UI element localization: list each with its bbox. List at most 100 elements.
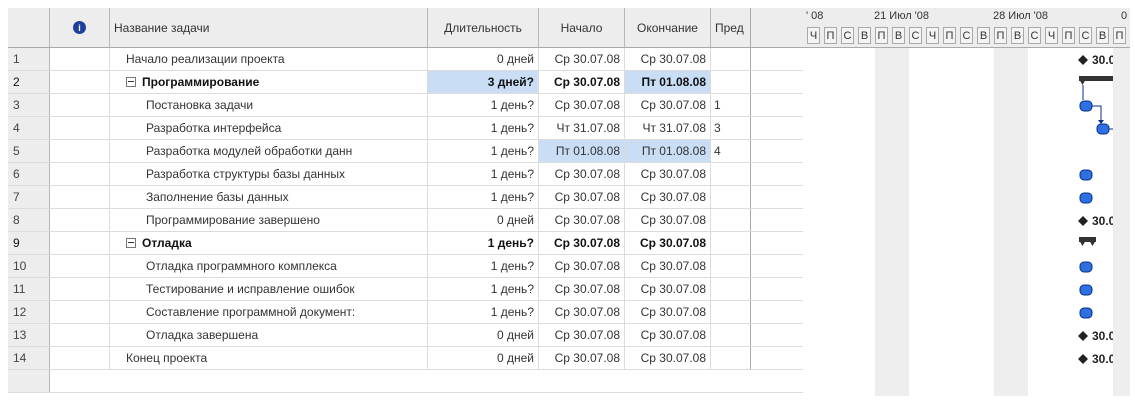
collapse-toggle-icon[interactable] [126,238,136,248]
indicators-header[interactable]: i [50,8,110,47]
indicator-cell[interactable] [50,209,110,231]
indicator-cell[interactable] [50,71,110,93]
indicator-cell[interactable] [50,255,110,277]
task-bar[interactable] [1079,192,1093,204]
row-id-cell[interactable]: 6 [8,163,50,185]
predecessors-cell[interactable]: 3 [711,117,751,139]
task-name-cell[interactable]: Начало реализации проекта [110,48,428,70]
row-id-cell[interactable]: 7 [8,186,50,208]
milestone-marker[interactable] [1078,331,1088,341]
task-name-cell[interactable]: Тестирование и исправление ошибок [110,278,428,300]
row-id-header[interactable] [8,8,50,47]
row-id-cell[interactable] [8,370,50,392]
start-cell[interactable]: Ср 30.07.08 [539,163,625,185]
row-id-cell[interactable]: 13 [8,324,50,346]
start-cell[interactable]: Ср 30.07.08 [539,209,625,231]
column-header-start[interactable]: Начало [539,8,625,47]
predecessors-cell[interactable] [711,324,751,346]
task-name-cell[interactable]: Конец проекта [110,347,428,369]
indicator-cell[interactable] [50,324,110,346]
predecessors-cell[interactable] [711,278,751,300]
task-name-cell[interactable]: Отладка программного комплекса [110,255,428,277]
indicator-cell[interactable] [50,347,110,369]
table-row[interactable]: 4 Разработка интерфейса 1 день? Чт 31.07.08… [8,117,803,140]
table-row[interactable]: 1 Начало реализации проекта 0 дней Ср 30.07… [8,48,803,71]
task-name-cell[interactable]: Разработка модулей обработки данн [110,140,428,162]
duration-cell[interactable]: 1 день? [428,117,539,139]
row-id-cell[interactable]: 1 [8,48,50,70]
row-id-cell[interactable]: 10 [8,255,50,277]
duration-cell[interactable]: 0 дней [428,209,539,231]
row-id-cell[interactable]: 2 [8,71,50,93]
predecessors-cell[interactable] [711,255,751,277]
start-cell[interactable]: Ср 30.07.08 [539,232,625,254]
start-cell[interactable]: Чт 31.07.08 [539,117,625,139]
row-id-cell[interactable]: 4 [8,117,50,139]
task-name-cell[interactable]: Составление программной документ: [110,301,428,323]
finish-cell[interactable]: Ср 30.07.08 [625,163,711,185]
table-row[interactable]: 3 Постановка задачи 1 день? Ср 30.07.08 Ср 3… [8,94,803,117]
start-cell[interactable]: Ср 30.07.08 [539,347,625,369]
column-header-predecessors[interactable]: Пред [711,8,751,47]
task-name-cell[interactable]: Разработка структуры базы данных [110,163,428,185]
duration-cell[interactable]: 1 день? [428,94,539,116]
finish-cell[interactable]: Ср 30.07.08 [625,278,711,300]
indicator-cell[interactable] [50,48,110,70]
task-name-cell[interactable]: Отладка [110,232,428,254]
table-row[interactable]: 5 Разработка модулей обработки данн 1 день… [8,140,803,163]
predecessors-cell[interactable] [711,232,751,254]
finish-cell[interactable]: Ср 30.07.08 [625,347,711,369]
duration-cell[interactable]: 1 день? [428,232,539,254]
row-id-cell[interactable]: 8 [8,209,50,231]
start-cell[interactable]: Ср 30.07.08 [539,278,625,300]
predecessors-cell[interactable]: 4 [711,140,751,162]
milestone-marker[interactable] [1078,354,1088,364]
start-cell[interactable]: Ср 30.07.08 [539,71,625,93]
indicator-cell[interactable] [50,232,110,254]
predecessors-cell[interactable] [711,163,751,185]
predecessors-cell[interactable] [711,347,751,369]
task-name-cell[interactable]: Заполнение базы данных [110,186,428,208]
finish-cell[interactable]: Ср 30.07.08 [625,48,711,70]
finish-cell[interactable]: Ср 30.07.08 [625,209,711,231]
column-header-finish[interactable]: Окончание [625,8,711,47]
finish-cell[interactable]: Пт 01.08.08 [625,71,711,93]
table-row[interactable]: 10 Отладка программного комплекса 1 день? С… [8,255,803,278]
indicator-cell[interactable] [50,278,110,300]
start-cell[interactable]: Ср 30.07.08 [539,301,625,323]
row-id-cell[interactable]: 11 [8,278,50,300]
table-row[interactable]: 13 Отладка завершена 0 дней Ср 30.07.08 Ср 3… [8,324,803,347]
table-row[interactable]: 14 Конец проекта 0 дней Ср 30.07.08 Ср 30.07… [8,347,803,370]
indicator-cell[interactable] [50,301,110,323]
task-name-cell[interactable]: Программирование [110,71,428,93]
start-cell[interactable]: Ср 30.07.08 [539,324,625,346]
task-name-cell[interactable]: Постановка задачи [110,94,428,116]
column-header-duration[interactable]: Длительность [428,8,539,47]
task-bar[interactable] [1079,284,1093,296]
duration-cell[interactable]: 1 день? [428,301,539,323]
task-bar[interactable] [1096,123,1110,135]
table-row[interactable]: 9 Отладка 1 день? Ср 30.07.08 Ср 30.07.08 [8,232,803,255]
finish-cell[interactable]: Чт 31.07.08 [625,117,711,139]
indicator-cell[interactable] [50,163,110,185]
task-bar[interactable] [1079,169,1093,181]
predecessors-cell[interactable] [711,186,751,208]
start-cell[interactable]: Ср 30.07.08 [539,94,625,116]
milestone-marker[interactable] [1078,216,1088,226]
task-name-cell[interactable]: Отладка завершена [110,324,428,346]
table-row[interactable]: 7 Заполнение базы данных 1 день? Ср 30.07.0… [8,186,803,209]
predecessors-cell[interactable] [711,48,751,70]
task-name-cell[interactable]: Программирование завершено [110,209,428,231]
duration-cell[interactable]: 1 день? [428,163,539,185]
table-row[interactable]: 8 Программирование завершено 0 дней Ср 30.0… [8,209,803,232]
duration-cell[interactable]: 0 дней [428,48,539,70]
predecessors-cell[interactable]: 1 [711,94,751,116]
duration-cell[interactable]: 1 день? [428,278,539,300]
duration-cell[interactable]: 0 дней [428,324,539,346]
indicator-cell[interactable] [50,186,110,208]
predecessors-cell[interactable] [711,71,751,93]
duration-cell[interactable]: 1 день? [428,255,539,277]
table-row[interactable]: 6 Разработка структуры базы данных 1 день?… [8,163,803,186]
row-id-cell[interactable]: 5 [8,140,50,162]
column-header-name[interactable]: Название задачи [110,8,428,47]
